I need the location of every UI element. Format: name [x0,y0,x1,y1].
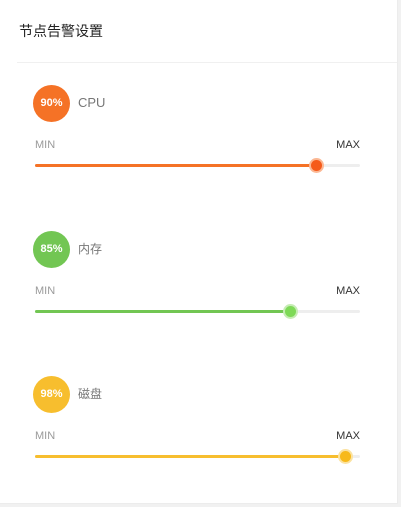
metric-name-cpu: CPU [78,95,106,110]
threshold-badge-memory: 85% [33,231,70,268]
memory-threshold-slider-track[interactable] [35,306,360,317]
disk-threshold-slider-fill [35,455,346,458]
disk-threshold-slider-handle[interactable] [339,451,351,462]
slider-min-label: MIN [35,285,56,297]
cpu-threshold-slider-fill [35,164,317,167]
cpu-threshold-slider-track[interactable] [35,160,360,171]
threshold-badge-disk: 98% [33,376,70,413]
metric-name-memory: 内存 [78,242,103,256]
metric-cpu: 90% CPU MIN MAX [0,85,398,171]
slider-max-label: MAX [336,139,360,151]
memory-threshold-slider-handle[interactable] [284,306,296,317]
cpu-threshold-slider-handle[interactable] [310,160,322,171]
memory-threshold-slider-fill [35,310,291,313]
slider-max-label: MAX [336,430,360,442]
header-divider [17,62,397,63]
metric-memory: 85% 内存 MIN MAX [0,231,398,317]
threshold-badge-cpu: 90% [33,85,70,122]
metric-name-disk: 磁盘 [78,387,103,401]
disk-threshold-slider-track[interactable] [35,451,360,462]
slider-min-label: MIN [35,430,56,442]
node-alert-settings-panel: 节点告警设置 90% CPU MIN MAX 85% 内存 MIN MAX 98… [0,0,398,504]
slider-max-label: MAX [336,285,360,297]
metric-disk: 98% 磁盘 MIN MAX [0,376,398,462]
slider-min-label: MIN [35,139,56,151]
page-title: 节点告警设置 [19,24,103,40]
